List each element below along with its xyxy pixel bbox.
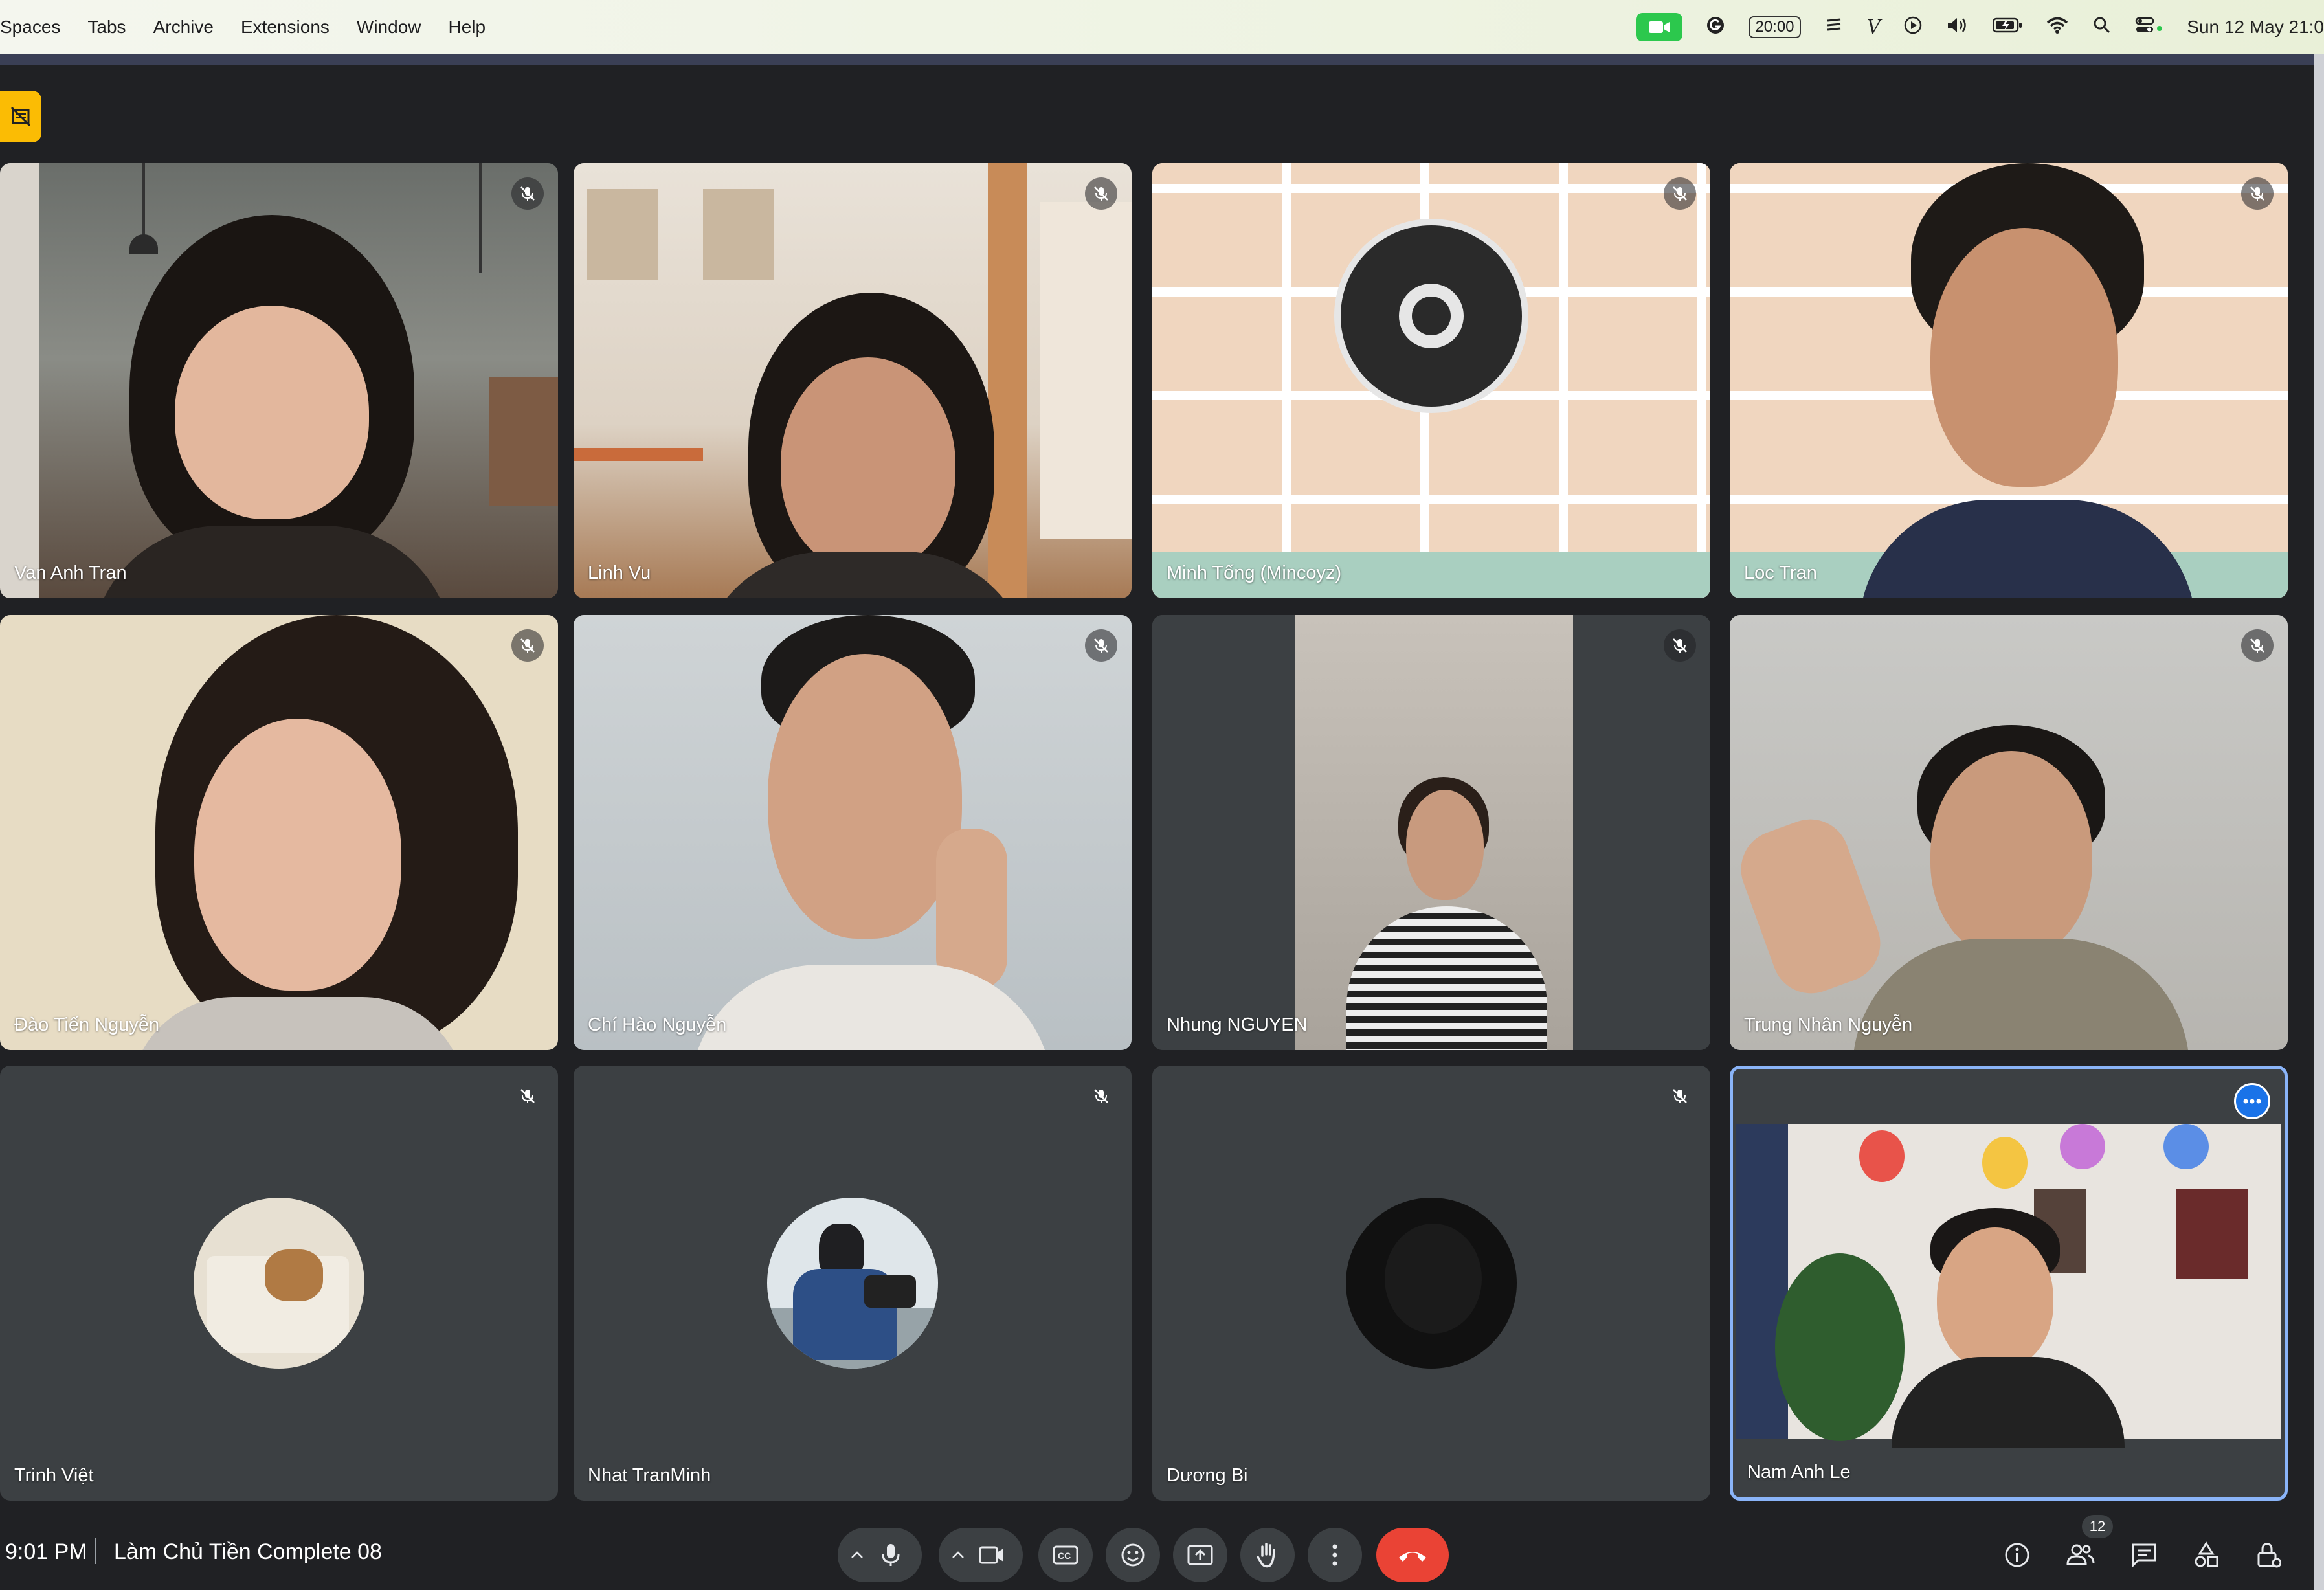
participant-name: Linh Vu — [588, 563, 651, 583]
window-edge — [2314, 54, 2324, 1590]
play-icon[interactable] — [1903, 16, 1923, 39]
participant-tile[interactable]: Đào Tiến Nguyễn — [0, 615, 558, 1050]
participant-tile-active[interactable]: Nam Anh Le — [1730, 1066, 2288, 1501]
participant-name: Loc Tran — [1744, 563, 1817, 583]
participant-tile[interactable]: Linh Vu — [574, 163, 1132, 598]
participant-video — [1730, 615, 2288, 1050]
participant-video — [1730, 163, 2288, 598]
participant-video — [574, 163, 1132, 598]
activities-icon[interactable] — [2184, 1533, 2228, 1577]
raise-hand-icon[interactable] — [1240, 1528, 1295, 1582]
meeting-clock: 9:01 PM — [5, 1540, 87, 1564]
participant-tile[interactable]: Nhung NGUYEN — [1152, 615, 1710, 1050]
menu-bar: Spaces Tabs Archive Extensions Window He… — [0, 0, 2324, 54]
timer-pill[interactable]: 20:00 — [1749, 16, 1801, 38]
wifi-icon[interactable] — [2046, 16, 2069, 39]
participant-tile[interactable]: Nhat TranMinh — [574, 1066, 1132, 1501]
no-video-indicator[interactable] — [0, 91, 41, 142]
speaker-icon[interactable] — [1946, 16, 1969, 39]
avatar — [1346, 1198, 1517, 1369]
participant-name: Nam Anh Le — [1747, 1462, 1851, 1483]
camera-icon[interactable] — [965, 1528, 1019, 1582]
stripe-icon[interactable] — [1824, 16, 1844, 39]
mic-off-icon — [1664, 177, 1696, 210]
participant-name: Minh Tống (Mincoyz) — [1167, 563, 1342, 583]
participant-tile[interactable]: Minh Tống (Mincoyz) — [1152, 163, 1710, 598]
menu-item-extensions[interactable]: Extensions — [241, 17, 330, 38]
participant-tile[interactable]: Trung Nhân Nguyễn — [1730, 615, 2288, 1050]
participant-name: Dương Bi — [1167, 1465, 1248, 1486]
mic-off-icon — [2241, 629, 2274, 662]
avatar — [194, 1198, 364, 1369]
participant-tile[interactable]: Trinh Việt — [0, 1066, 558, 1501]
avatar — [767, 1198, 938, 1369]
participant-video — [1152, 163, 1710, 598]
mic-control-group — [838, 1528, 922, 1582]
g-icon[interactable] — [1706, 16, 1725, 39]
participant-name: Nhung NGUYEN — [1167, 1014, 1308, 1035]
info-icon[interactable] — [1995, 1533, 2039, 1577]
participant-video — [1152, 615, 1710, 1050]
menu-item-help[interactable]: Help — [449, 17, 486, 38]
mic-off-icon — [511, 1080, 544, 1112]
participant-name: Nhat TranMinh — [588, 1465, 711, 1486]
host-controls-icon[interactable] — [2246, 1533, 2290, 1577]
people-count-badge: 12 — [2082, 1515, 2113, 1538]
participant-tile[interactable]: Chí Hào Nguyễn — [574, 615, 1132, 1050]
mic-off-icon — [1664, 1080, 1696, 1112]
end-call-icon[interactable] — [1376, 1528, 1449, 1582]
search-icon[interactable] — [2092, 16, 2112, 39]
participant-video — [1736, 1124, 2281, 1448]
video-camera-icon[interactable] — [1636, 13, 1683, 41]
participant-name: Đào Tiến Nguyễn — [14, 1014, 160, 1035]
participant-video — [574, 615, 1132, 1050]
chat-icon[interactable] — [2122, 1533, 2166, 1577]
control-center-icon[interactable] — [2135, 16, 2163, 39]
camera-control-group — [939, 1528, 1023, 1582]
meeting-title: Làm Chủ Tiền Complete 08 — [114, 1540, 382, 1564]
mic-off-icon — [1664, 629, 1696, 662]
menu-item-archive[interactable]: Archive — [153, 17, 214, 38]
mic-off-icon — [1085, 629, 1117, 662]
participant-video — [0, 163, 558, 598]
menu-item-tabs[interactable]: Tabs — [87, 17, 126, 38]
participant-tile[interactable]: Loc Tran — [1730, 163, 2288, 598]
menu-item-spaces[interactable]: Spaces — [0, 17, 60, 38]
mic-off-icon — [511, 177, 544, 210]
captions-icon[interactable]: CC — [1038, 1528, 1093, 1582]
participant-video — [0, 615, 558, 1050]
menubar-clock[interactable]: Sun 12 May 21:0 — [2187, 17, 2324, 38]
battery-icon[interactable] — [1993, 17, 2022, 38]
participant-tile[interactable]: Van Anh Tran — [0, 163, 558, 598]
mic-off-icon — [2241, 177, 2274, 210]
divider — [95, 1538, 96, 1564]
participant-name: Van Anh Tran — [14, 563, 127, 583]
mic-icon[interactable] — [864, 1528, 918, 1582]
present-icon[interactable] — [1173, 1528, 1227, 1582]
v-icon[interactable]: V — [1867, 15, 1881, 39]
svg-text:CC: CC — [1058, 1551, 1071, 1561]
call-controls-bar: 9:01 PM Làm Chủ Tiền Complete 08 CC 12 — [0, 1515, 2324, 1590]
emoji-icon[interactable] — [1106, 1528, 1160, 1582]
participant-name: Chí Hào Nguyễn — [588, 1014, 727, 1035]
mic-off-icon — [1085, 1080, 1117, 1112]
mic-off-icon — [511, 629, 544, 662]
more-options-icon[interactable] — [1308, 1528, 1362, 1582]
mic-off-icon — [1085, 177, 1117, 210]
participant-name: Trinh Việt — [14, 1465, 94, 1486]
participant-name: Trung Nhân Nguyễn — [1744, 1014, 1913, 1035]
menu-item-window[interactable]: Window — [357, 17, 421, 38]
more-options-icon[interactable] — [2234, 1083, 2270, 1119]
people-icon[interactable] — [2059, 1533, 2103, 1577]
participant-tile[interactable]: Dương Bi — [1152, 1066, 1710, 1501]
